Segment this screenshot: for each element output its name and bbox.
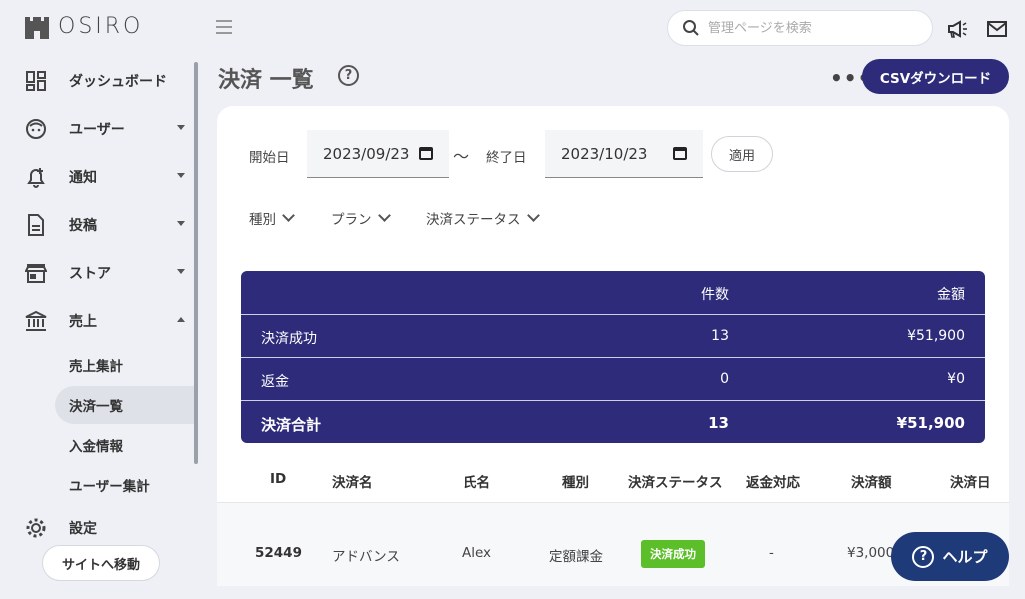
sidebar-scrollbar[interactable] [194, 62, 198, 464]
question-icon: ? [912, 545, 935, 568]
summary-amount: ¥51,900 [896, 414, 965, 432]
csv-download-button[interactable]: CSVダウンロード [862, 59, 1009, 94]
summary-label: 決済合計 [261, 416, 322, 434]
start-date-value: 2023/09/23 [323, 144, 410, 163]
calendar-icon[interactable] [673, 147, 687, 160]
menu-icon[interactable] [214, 16, 236, 38]
chevron-down-icon [377, 209, 391, 222]
dropdown-label: 決済ステータス [426, 212, 521, 228]
column-header-date[interactable]: 決済日 [950, 471, 991, 491]
sidebar-item-label: 売上 [69, 314, 97, 330]
status-badge: 決済成功 [641, 540, 705, 568]
column-header-id[interactable]: ID [270, 471, 286, 487]
sidebar-subitem-sales-summary[interactable]: 売上集計 [55, 346, 194, 384]
sidebar-item-label: ユーザー [69, 122, 125, 138]
question-icon[interactable]: ? [338, 65, 359, 86]
summary-count: 0 [720, 371, 729, 387]
column-header-amount[interactable]: 決済額 [851, 471, 892, 491]
summary-amount: ¥0 [947, 371, 965, 387]
summary-table: 件数 金額 決済成功 13 ¥51,900 返金 0 ¥0 決済合計 13 ¥5… [241, 271, 985, 443]
caret-down-icon [177, 125, 185, 130]
store-icon [25, 264, 47, 283]
summary-count: 13 [711, 328, 729, 344]
sidebar-item-label: ダッシュボード [69, 74, 167, 90]
sidebar-item-label: 投稿 [69, 218, 97, 234]
summary-header-count: 件数 [701, 287, 729, 303]
sidebar-item-label: ストア [69, 266, 111, 282]
chevron-down-icon [282, 209, 295, 222]
bank-icon [25, 310, 47, 331]
search-icon [683, 20, 699, 36]
summary-header-row: 件数 金額 [241, 271, 985, 314]
sidebar-item-label: 設定 [69, 521, 97, 537]
go-to-site-button[interactable]: サイトへ移動 [42, 545, 160, 581]
column-header-user-name[interactable]: 氏名 [463, 471, 490, 491]
sidebar-subitem-user-summary[interactable]: ユーザー集計 [55, 466, 194, 504]
dropdown-label: プラン [331, 212, 372, 228]
chevron-down-icon [526, 209, 540, 222]
summary-amount: ¥51,900 [907, 328, 965, 344]
sidebar-item-label: 通知 [69, 170, 97, 186]
column-header-payment-name[interactable]: 決済名 [332, 471, 373, 491]
help-label: ヘルプ [942, 548, 988, 566]
caret-down-icon [177, 173, 185, 178]
sidebar-item-posts[interactable]: 投稿 [24, 205, 189, 245]
sidebar-item-settings[interactable]: 設定 [24, 508, 189, 538]
summary-row: 決済成功 13 ¥51,900 [241, 314, 985, 357]
mail-icon[interactable] [986, 18, 1008, 40]
calendar-icon[interactable] [419, 147, 433, 160]
sidebar-item-sales[interactable]: 売上 [24, 301, 189, 341]
cell-user-name: Alex [462, 545, 492, 561]
sidebar-item-notifications[interactable]: 通知 [24, 157, 189, 197]
search-box[interactable] [667, 10, 933, 46]
summary-count: 13 [708, 414, 729, 432]
gear-icon [26, 518, 46, 538]
cell-refund: - [769, 545, 774, 561]
summary-total-row: 決済合計 13 ¥51,900 [241, 400, 985, 443]
cell-id: 52449 [255, 545, 302, 561]
column-header-refund[interactable]: 返金対応 [746, 471, 800, 491]
summary-row: 返金 0 ¥0 [241, 357, 985, 400]
logo[interactable]: OSIRO [24, 14, 143, 39]
start-date-field[interactable]: 2023/09/23 [307, 130, 449, 178]
document-icon [28, 214, 44, 236]
sidebar-subitem-payments[interactable]: 決済一覧 [55, 386, 194, 424]
sidebar-subitem-deposits[interactable]: 入金情報 [55, 426, 194, 464]
column-header-status[interactable]: 決済ステータス [628, 471, 723, 491]
sidebar-item-dashboard[interactable]: ダッシュボード [24, 61, 189, 101]
type-dropdown[interactable]: 種別 [249, 208, 295, 228]
logo-text: OSIRO [58, 14, 144, 39]
date-range-separator: 〜 [453, 147, 470, 166]
end-date-value: 2023/10/23 [561, 144, 648, 163]
summary-label: 返金 [261, 374, 289, 390]
end-date-label: 終了日 [486, 150, 527, 166]
sidebar-item-store[interactable]: ストア [24, 253, 189, 293]
page-title: 決済 一覧 [218, 68, 314, 93]
caret-down-icon [177, 269, 185, 274]
column-header-type[interactable]: 種別 [562, 471, 589, 491]
sidebar: ダッシュボード ユーザー 通知 投稿 ストア 売上 売上集計 決済一覧 入金情報… [0, 58, 198, 538]
sidebar-item-users[interactable]: ユーザー [24, 109, 189, 149]
user-icon [26, 119, 46, 139]
cell-type: 定額課金 [549, 549, 603, 565]
summary-label: 決済成功 [261, 331, 317, 347]
castle-icon [25, 16, 49, 39]
summary-header-amount: 金額 [937, 287, 965, 303]
help-button[interactable]: ? ヘルプ [891, 532, 1009, 581]
cell-payment-name: アドバンス [332, 549, 400, 565]
main-card: 開始日 2023/09/23 〜 終了日 2023/10/23 適用 種別 プラ… [217, 106, 1009, 586]
caret-down-icon [177, 221, 185, 226]
plan-dropdown[interactable]: プラン [331, 208, 391, 228]
apply-button[interactable]: 適用 [711, 136, 773, 172]
bell-icon [27, 168, 45, 188]
megaphone-icon[interactable] [946, 18, 968, 40]
start-date-label: 開始日 [249, 150, 290, 166]
search-input[interactable] [708, 20, 908, 36]
cell-amount: ¥3,000 [847, 545, 895, 561]
payment-status-dropdown[interactable]: 決済ステータス [426, 208, 540, 228]
caret-up-icon [177, 317, 185, 322]
dashboard-icon [26, 71, 46, 91]
end-date-field[interactable]: 2023/10/23 [545, 130, 703, 178]
dropdown-label: 種別 [249, 212, 276, 228]
